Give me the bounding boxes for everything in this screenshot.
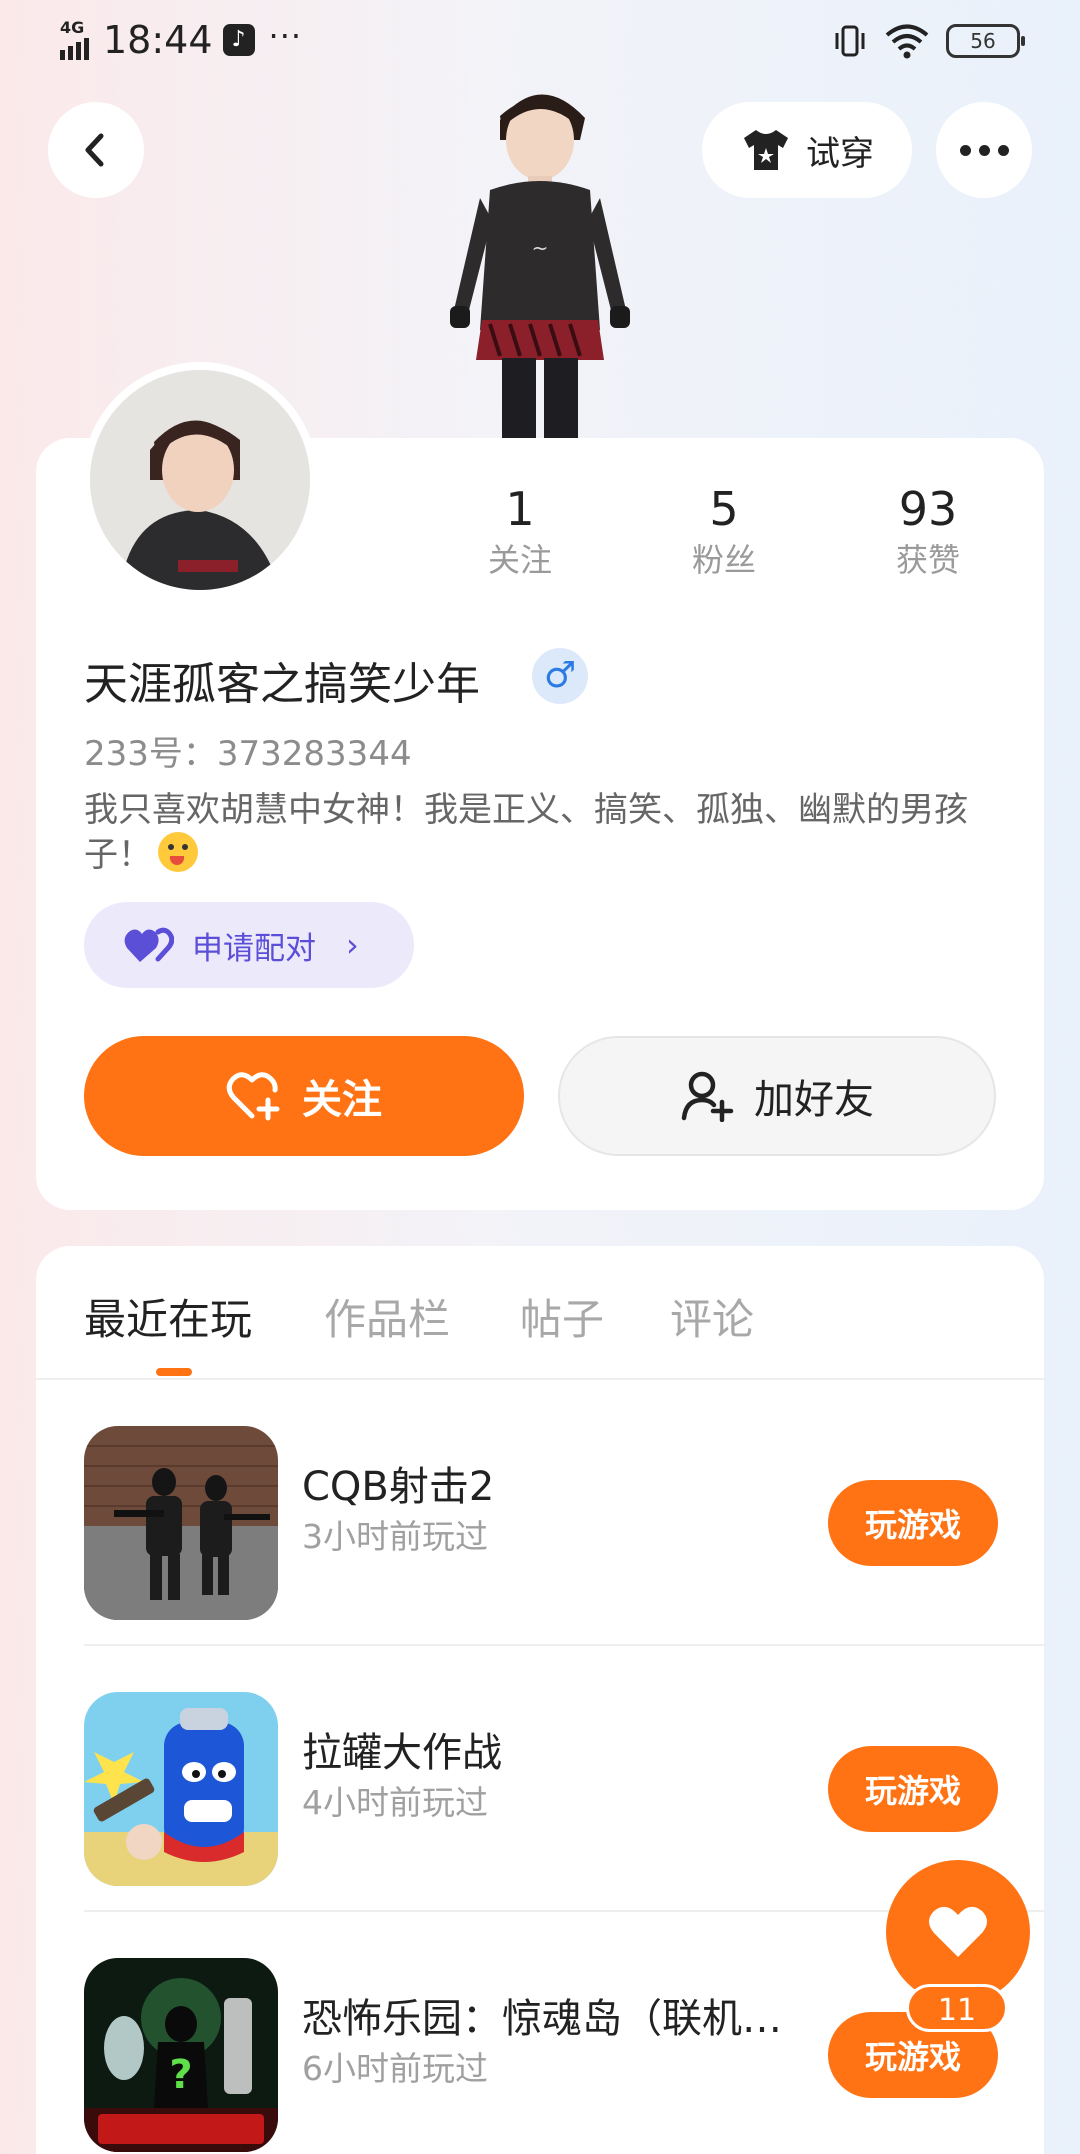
- follow-button[interactable]: 关注: [84, 1036, 524, 1156]
- battery-icon: 56: [946, 24, 1025, 58]
- tab-indicator: [156, 1368, 192, 1376]
- add-friend-button[interactable]: 加好友: [558, 1036, 996, 1156]
- stat-followers[interactable]: 5 粉丝: [644, 482, 804, 582]
- user-id: 233号：373283344: [84, 734, 412, 774]
- apply-pair-button[interactable]: 申请配对 ›: [84, 902, 414, 988]
- game-thumbnail-horror-island: ?: [84, 1958, 278, 2152]
- profile-tabs: 最近在玩 作品栏 帖子 评论: [36, 1246, 1044, 1380]
- heart-icon: [929, 1906, 987, 1957]
- tab-comments[interactable]: 评论: [670, 1286, 754, 1347]
- game-item[interactable]: 拉罐大作战 4小时前玩过 玩游戏: [84, 1646, 1044, 1912]
- tiktok-icon: ♪: [222, 24, 255, 56]
- wifi-icon: [885, 24, 929, 59]
- tongue-emoji-icon: [158, 832, 198, 872]
- user-bio: 我只喜欢胡慧中女神！我是正义、搞笑、孤独、幽默的男孩子！: [84, 788, 1004, 877]
- like-count-badge: 11: [906, 1984, 1008, 2032]
- stat-label: 关注: [487, 541, 552, 579]
- back-button[interactable]: [48, 102, 144, 198]
- try-on-button[interactable]: 试穿: [702, 102, 912, 198]
- more-button[interactable]: [936, 102, 1032, 198]
- svg-text:~: ~: [532, 236, 549, 260]
- heart-plus-icon: [226, 1072, 280, 1121]
- game-thumbnail-cqb: [84, 1426, 278, 1620]
- avatar-image: [90, 370, 310, 590]
- stat-following[interactable]: 1 关注: [440, 482, 600, 582]
- apply-pair-label: 申请配对: [192, 930, 316, 967]
- status-bar: 4G 18:44 ♪ ··· 56: [0, 0, 1080, 86]
- stat-value: 5: [709, 482, 739, 536]
- chevron-right-icon: ›: [346, 926, 359, 964]
- male-icon: ♂: [532, 648, 588, 704]
- tab-works[interactable]: 作品栏: [324, 1286, 450, 1347]
- network-type: 4G: [60, 18, 85, 37]
- stat-label: 粉丝: [691, 541, 756, 579]
- back-arrow-icon: [85, 133, 104, 167]
- tshirt-icon: [744, 130, 788, 170]
- status-right: 56: [832, 22, 1025, 60]
- play-game-button[interactable]: 玩游戏: [828, 1746, 998, 1832]
- game-last-played: 4小时前玩过: [302, 1783, 488, 1822]
- game-name: 恐怖乐园：惊魂岛（联机…: [302, 1996, 782, 2042]
- hearts-icon: [124, 927, 174, 962]
- play-game-button[interactable]: 玩游戏: [828, 1480, 998, 1566]
- add-user-icon: [681, 1071, 734, 1122]
- stat-likes[interactable]: 93 获赞: [848, 482, 1008, 582]
- status-more-dots: ···: [268, 17, 303, 55]
- tab-recently-played[interactable]: 最近在玩: [84, 1286, 252, 1347]
- game-name: 拉罐大作战: [302, 1730, 502, 1776]
- add-friend-label: 加好友: [754, 1077, 874, 1123]
- status-time: 18:44: [103, 18, 213, 62]
- game-item[interactable]: CQB射击2 3小时前玩过 玩游戏: [84, 1380, 1044, 1646]
- avatar-3d-figure: ~: [450, 94, 630, 440]
- stat-label: 获赞: [895, 541, 960, 579]
- like-floating-button[interactable]: [886, 1860, 1030, 2004]
- bio-text: 我只喜欢胡慧中女神！我是正义、搞笑、孤独、幽默的男孩子！: [84, 790, 968, 875]
- stat-value: 93: [898, 482, 958, 536]
- game-last-played: 3小时前玩过: [302, 1517, 488, 1556]
- game-name: CQB射击2: [302, 1464, 495, 1510]
- try-on-label: 试穿: [806, 133, 874, 174]
- signal-icon: 4G: [60, 20, 89, 60]
- vibrate-icon: [835, 25, 865, 57]
- profile-stats: 1 关注 5 粉丝 93 获赞: [440, 482, 1060, 592]
- avatar[interactable]: [82, 362, 318, 598]
- username: 天涯孤客之搞笑少年: [84, 659, 480, 710]
- status-left: 4G 18:44 ♪ ···: [60, 17, 303, 62]
- stat-value: 1: [505, 482, 535, 536]
- tab-posts[interactable]: 帖子: [520, 1286, 604, 1347]
- game-thumbnail-can-battle: [84, 1692, 278, 1886]
- content-card: 最近在玩 作品栏 帖子 评论 CQB射击2 3小时前玩过 玩游戏 拉罐大作战 4…: [36, 1246, 1044, 2154]
- more-icon: [956, 141, 1013, 160]
- follow-label: 关注: [302, 1077, 382, 1123]
- svg-text:?: ?: [169, 2052, 192, 2098]
- game-last-played: 6小时前玩过: [302, 2049, 488, 2088]
